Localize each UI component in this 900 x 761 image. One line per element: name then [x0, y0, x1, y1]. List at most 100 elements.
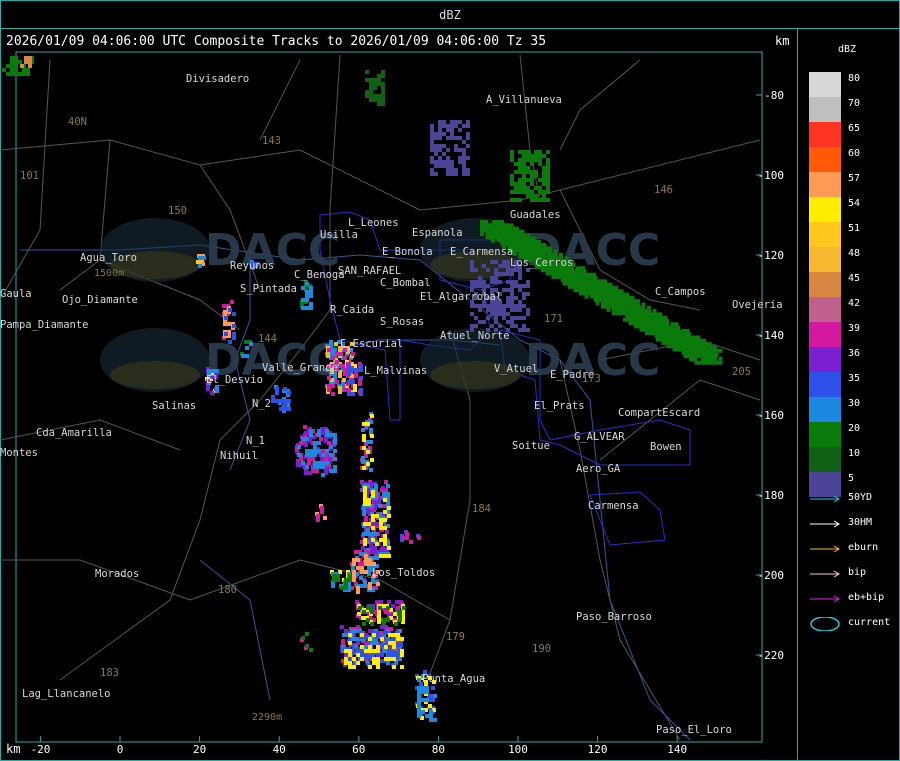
- place-label: Punta_Agua: [422, 673, 485, 685]
- place-label: L_Malvinas: [364, 365, 427, 377]
- track-arrow-icon: [810, 545, 840, 553]
- track-legend-label: eb+bip: [848, 592, 885, 603]
- legend-swatch-label: 70: [848, 98, 861, 109]
- elevation-label: 1500m: [94, 268, 124, 279]
- place-label: S_Rosas: [380, 316, 424, 328]
- route-label: 40N: [68, 116, 87, 128]
- track-legend-item: current: [808, 617, 893, 631]
- place-label: Los_Toldos: [372, 567, 435, 579]
- x-tick-label: 100: [508, 743, 528, 756]
- track-legend-item: eburn: [808, 542, 893, 556]
- y-tick-label: -80: [764, 89, 784, 102]
- place-label: Espanola: [412, 227, 463, 239]
- route-label: 190: [532, 643, 551, 655]
- place-label: Soitue: [512, 440, 550, 452]
- route-label: 143: [262, 135, 281, 147]
- legend-swatch: [809, 297, 841, 322]
- place-label: Ojo_Diamante: [62, 294, 138, 306]
- route-label: 173: [582, 373, 601, 385]
- place-label: S_Pintada: [240, 283, 297, 295]
- y-tick-label: -100: [758, 169, 785, 182]
- route-label: 179: [446, 631, 465, 643]
- place-label: Atuel_Norte: [440, 330, 510, 342]
- legend-swatch: [809, 197, 841, 222]
- legend-swatch: [809, 447, 841, 472]
- track-legend-item: eb+bip: [808, 592, 893, 606]
- legend-swatch: [809, 397, 841, 422]
- legend-swatch: [809, 222, 841, 247]
- route-label: 183: [100, 667, 119, 679]
- place-label: N_1: [246, 435, 265, 447]
- legend-swatch-label: 51: [848, 223, 861, 234]
- track-arrow-icon: [810, 495, 840, 503]
- legend-swatch-label: 48: [848, 248, 861, 259]
- place-label: Agua_Toro: [80, 252, 137, 264]
- legend-swatch: [809, 122, 841, 147]
- place-label: N_2: [252, 398, 271, 410]
- elevation-label: 2290m: [252, 712, 282, 723]
- legend-swatch-label: 39: [848, 323, 861, 334]
- track-legend-label: bip: [848, 567, 867, 578]
- route-label: 171: [544, 313, 563, 325]
- track-legend-label: eburn: [848, 542, 879, 553]
- place-label: V_Atuel: [494, 363, 538, 375]
- place-label: E_Escurial: [340, 338, 403, 350]
- legend-swatch: [809, 247, 841, 272]
- legend-swatch-label: 45: [848, 273, 861, 284]
- legend-swatch: [809, 72, 841, 97]
- legend-swatch-label: 80: [848, 73, 861, 84]
- place-label: Gaula: [0, 288, 32, 300]
- place-label: Lag_Llancanelo: [22, 688, 111, 700]
- place-label: El_Prats: [534, 400, 585, 412]
- route-label: 184: [472, 503, 491, 515]
- radar-map[interactable]: DACC DACCDACC DACC DivisaderoA_VillanuevaG…: [0, 28, 798, 761]
- legend-swatch-label: 10: [848, 448, 861, 459]
- place-label: G_ALVEAR: [574, 431, 625, 443]
- place-label: C_Benoga: [294, 269, 345, 281]
- route-label: 144: [258, 333, 277, 345]
- x-tick-label: 0: [117, 743, 124, 756]
- route-label: 150: [168, 205, 187, 217]
- place-label: C_Campos: [655, 286, 706, 298]
- y-tick-label: -220: [758, 649, 785, 662]
- place-label: Carmensa: [588, 500, 639, 512]
- top-bar: dBZ: [0, 0, 900, 29]
- place-label: Cda_Amarilla: [36, 427, 112, 439]
- track-arrow-icon: [810, 520, 840, 528]
- track-legend-item: 50YD: [808, 492, 893, 506]
- legend-swatch: [809, 422, 841, 447]
- x-tick-label: -20: [30, 743, 50, 756]
- y-tick-label: -160: [758, 409, 785, 422]
- legend-swatch-label: 42: [848, 298, 861, 309]
- legend-swatch-label: 20: [848, 423, 861, 434]
- y-tick-label: -120: [758, 249, 785, 262]
- current-cell-icon: [810, 617, 840, 631]
- place-label: El_Desvio: [206, 374, 263, 386]
- y-tick-label: -180: [758, 489, 785, 502]
- legend-swatch-label: 54: [848, 198, 861, 209]
- track-legend-label: current: [848, 617, 891, 628]
- legend-swatch-label: 60: [848, 148, 861, 159]
- x-tick-label: 120: [588, 743, 608, 756]
- place-label: Salinas: [152, 400, 196, 412]
- y-tick-label: -140: [758, 329, 785, 342]
- legend-swatch-label: 30: [848, 398, 861, 409]
- x-tick-label: 140: [667, 743, 687, 756]
- track-arrow-icon: [810, 595, 840, 603]
- legend-unit: dBZ: [838, 44, 857, 55]
- place-label: Divisadero: [186, 73, 249, 85]
- x-tick-label: 80: [432, 743, 445, 756]
- track-legend-label: 50YD: [848, 492, 873, 503]
- y-tick-label: -200: [758, 569, 785, 582]
- track-legend-label: 30HM: [848, 517, 873, 528]
- place-label: Bowen: [650, 441, 682, 453]
- legend-swatch: [809, 172, 841, 197]
- x-tick-label: 20: [193, 743, 206, 756]
- header-title: dBZ: [439, 8, 461, 22]
- place-label: Aero_GA: [576, 463, 621, 475]
- place-label: Los_Cerros: [510, 257, 573, 269]
- place-label: Guadales: [510, 209, 561, 221]
- route-label: 146: [654, 184, 673, 196]
- legend-swatch-label: 36: [848, 348, 861, 359]
- place-label: Paso_El_Loro: [656, 724, 732, 736]
